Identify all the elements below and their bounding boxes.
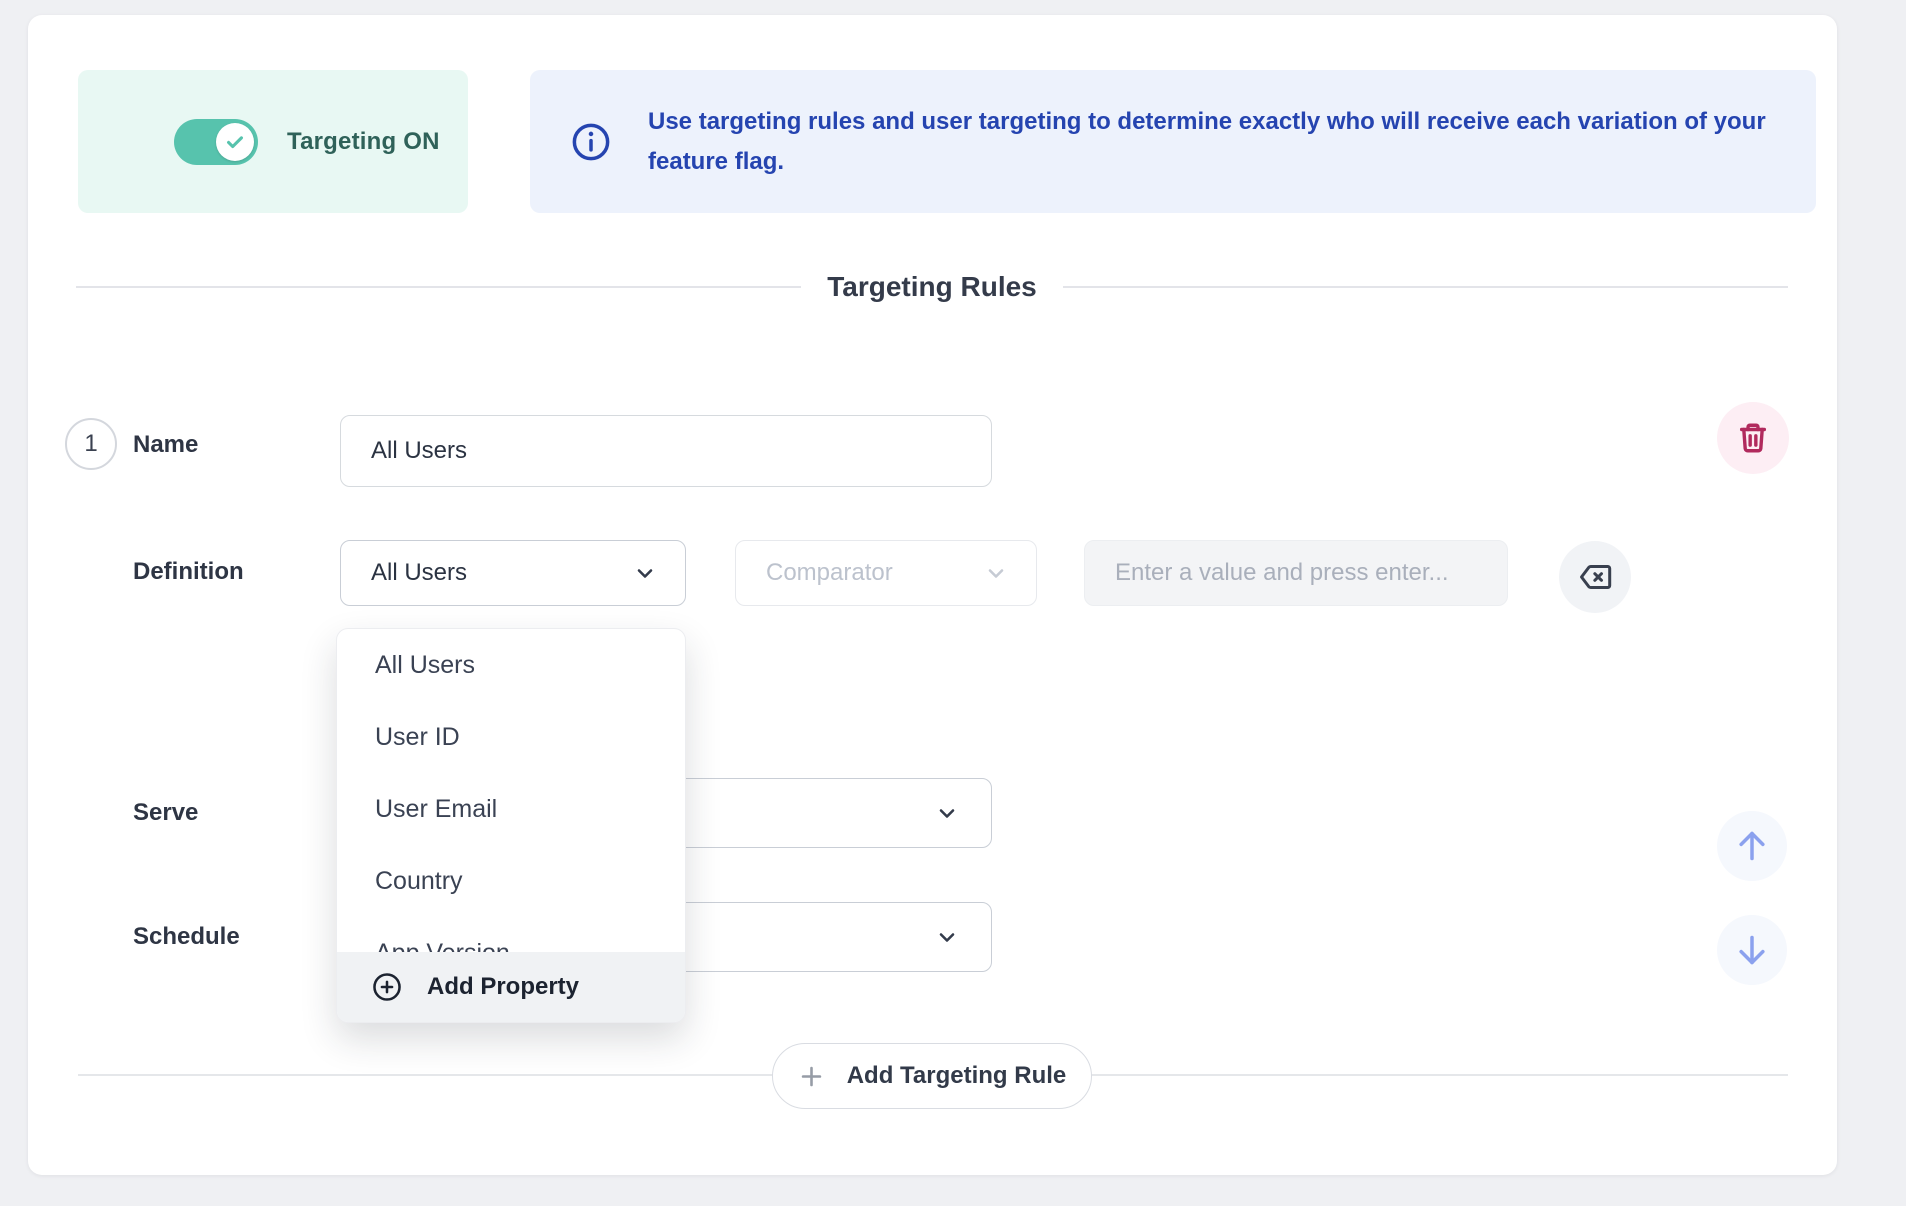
divider-right xyxy=(1063,286,1788,288)
info-banner: Use targeting rules and user targeting t… xyxy=(530,70,1816,213)
info-banner-text: Use targeting rules and user targeting t… xyxy=(648,102,1768,182)
menu-item-all-users[interactable]: All Users xyxy=(337,629,685,701)
comparator-select[interactable]: Comparator xyxy=(735,540,1037,606)
clear-value-button[interactable] xyxy=(1559,541,1631,613)
definition-label: Definition xyxy=(133,558,244,586)
rule-name-input[interactable] xyxy=(340,415,992,487)
check-icon xyxy=(224,131,246,153)
circle-plus-icon xyxy=(371,971,403,1003)
chevron-down-icon xyxy=(633,561,657,585)
targeting-toggle-label: Targeting ON xyxy=(287,70,440,213)
move-rule-down-button[interactable] xyxy=(1717,915,1787,985)
add-targeting-rule-label: Add Targeting Rule xyxy=(847,1062,1067,1090)
definition-select-value: All Users xyxy=(371,559,467,587)
add-targeting-rule-button[interactable]: Add Targeting Rule xyxy=(772,1043,1092,1109)
arrow-up-icon xyxy=(1732,826,1772,866)
divider-left xyxy=(76,286,801,288)
name-label: Name xyxy=(133,431,198,459)
backspace-icon xyxy=(1577,559,1613,595)
targeting-toggle-box: Targeting ON xyxy=(78,70,468,213)
arrow-down-icon xyxy=(1732,930,1772,970)
menu-item-user-email[interactable]: User Email xyxy=(337,773,685,845)
schedule-label: Schedule xyxy=(133,923,240,951)
menu-item-user-id[interactable]: User ID xyxy=(337,701,685,773)
delete-rule-button[interactable] xyxy=(1717,402,1789,474)
section-title: Targeting Rules xyxy=(827,271,1037,303)
add-property-button[interactable]: Add Property xyxy=(337,952,685,1022)
targeting-card: Targeting ON Use targeting rules and use… xyxy=(28,15,1837,1175)
rule-number-badge: 1 xyxy=(65,418,117,470)
chevron-down-icon xyxy=(984,561,1008,585)
chevron-down-icon xyxy=(935,925,959,949)
chevron-down-icon xyxy=(935,801,959,825)
move-rule-up-button[interactable] xyxy=(1717,811,1787,881)
toggle-knob xyxy=(216,123,254,161)
value-input[interactable] xyxy=(1084,540,1508,606)
section-header: Targeting Rules xyxy=(76,267,1788,307)
targeting-toggle[interactable] xyxy=(174,119,258,165)
page-background: Targeting ON Use targeting rules and use… xyxy=(0,0,1906,1206)
trash-icon xyxy=(1736,421,1770,455)
menu-item-app-version[interactable]: App Version xyxy=(337,917,685,954)
definition-dropdown-list: All Users User ID User Email Country App… xyxy=(337,629,685,954)
info-icon xyxy=(570,121,612,163)
plus-icon xyxy=(798,1063,825,1090)
definition-select[interactable]: All Users xyxy=(340,540,686,606)
add-property-label: Add Property xyxy=(427,973,579,1001)
definition-dropdown-menu: All Users User ID User Email Country App… xyxy=(336,628,686,1023)
serve-label: Serve xyxy=(133,799,198,827)
menu-item-country[interactable]: Country xyxy=(337,845,685,917)
comparator-select-placeholder: Comparator xyxy=(766,559,893,587)
